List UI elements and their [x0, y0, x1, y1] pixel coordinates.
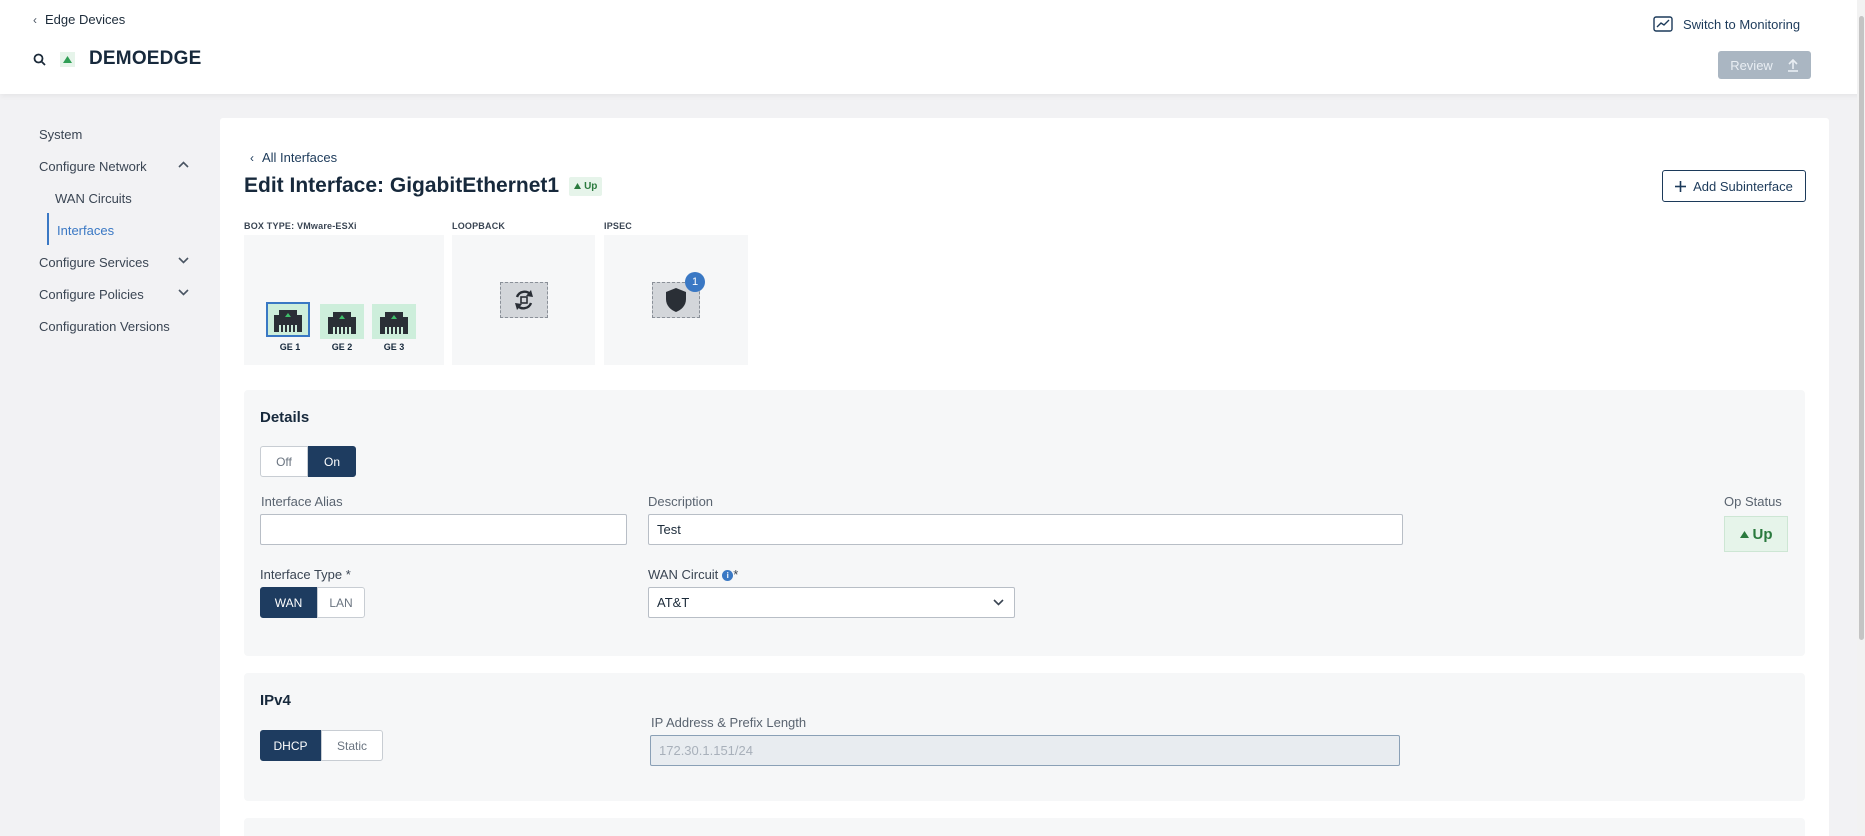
description-input[interactable]: Test: [648, 514, 1403, 545]
sidebar-item-label: Configure Services: [39, 255, 149, 270]
sidebar-item-label: WAN Circuits: [55, 191, 132, 206]
sidebar-item-wan-circuits[interactable]: WAN Circuits: [55, 191, 132, 206]
sidebar-item-system[interactable]: System: [39, 127, 82, 142]
ip-address-label: IP Address & Prefix Length: [651, 715, 807, 730]
chevron-left-icon: ‹: [250, 150, 254, 165]
op-status-badge: Up: [1724, 516, 1788, 552]
box-type-panel: GE 1 GE 2 GE 3: [244, 235, 444, 365]
port-label-ge3: GE 3: [383, 342, 405, 352]
loopback-panel: [452, 235, 595, 365]
ipsec-count-badge: 1: [685, 272, 705, 292]
add-subinterface-label: Add Subinterface: [1693, 178, 1793, 194]
monitoring-chart-icon: [1653, 16, 1673, 32]
status-badge-text: Up: [584, 180, 598, 192]
ipv4-section: IPv4 DHCP Static IP Address & Prefix Len…: [244, 673, 1805, 801]
page-title-text: Edit Interface: GigabitEthernet1: [244, 174, 560, 197]
chevron-up-icon: [178, 159, 189, 171]
sidebar-item-configure-network[interactable]: Configure Network: [39, 159, 199, 174]
chevron-left-icon: ‹: [33, 12, 37, 27]
review-label: Review: [1730, 57, 1773, 73]
loopback-label: LOOPBACK: [452, 221, 506, 231]
status-badge: Up: [569, 176, 603, 196]
back-link-label: Edge Devices: [45, 12, 126, 27]
interface-type-label: Interface Type *: [260, 567, 351, 582]
scrollbar-thumb[interactable]: [1859, 16, 1864, 640]
sidebar-item-interfaces[interactable]: Interfaces: [57, 223, 114, 238]
sidebar-item-label: Configure Policies: [39, 287, 144, 302]
ipv4-title: IPv4: [260, 692, 291, 709]
description-label: Description: [648, 494, 714, 509]
device-name: DEMOEDGE: [89, 48, 202, 69]
page-title: Edit Interface: GigabitEthernet1 Up: [244, 174, 603, 198]
monitoring-label: Switch to Monitoring: [1683, 16, 1801, 32]
ethernet-port-icon: [274, 310, 302, 332]
box-type-label: BOX TYPE: VMware-ESXi: [244, 221, 357, 231]
ipsec-panel: 1: [604, 235, 748, 365]
port-label-ge2: GE 2: [331, 342, 353, 352]
edge-devices-back-link[interactable]: ‹ Edge Devices: [33, 12, 125, 27]
switch-to-monitoring-link[interactable]: Switch to Monitoring: [1653, 16, 1800, 32]
mode-dhcp-button[interactable]: DHCP: [260, 730, 321, 761]
required-marker: *: [733, 567, 739, 582]
interface-alias-input[interactable]: [260, 514, 627, 545]
type-lan-button[interactable]: LAN: [317, 587, 365, 618]
refresh-loop-icon: [515, 290, 533, 310]
interface-type-toggle: WAN LAN: [260, 587, 365, 618]
port-ge1[interactable]: [266, 302, 310, 337]
wan-circuit-label-text: WAN Circuit: [648, 567, 719, 582]
wan-circuit-label: WAN Circuit i *: [648, 567, 738, 582]
wan-circuit-select[interactable]: AT&T: [648, 587, 1015, 618]
op-status-label: Op Status: [1724, 494, 1782, 509]
ip-address-input[interactable]: 172.30.1.151/24: [650, 735, 1400, 766]
ethernet-port-icon: [380, 312, 408, 334]
chevron-down-icon: [993, 597, 1004, 609]
sidebar-item-label: Interfaces: [57, 223, 115, 238]
toggle-off-button[interactable]: Off: [260, 446, 308, 477]
device-title-row: DEMOEDGE: [33, 48, 201, 70]
ipv4-mode-toggle: DHCP Static: [260, 730, 383, 761]
plus-icon: [1675, 180, 1687, 192]
all-interfaces-label: All Interfaces: [262, 150, 338, 165]
sidebar-item-label: System: [39, 127, 83, 142]
op-status-text: Up: [1752, 525, 1773, 543]
port-ge3[interactable]: [372, 304, 416, 339]
arrow-up-icon: [574, 183, 582, 189]
next-section: [244, 818, 1805, 836]
device-status-icon: [60, 51, 75, 67]
toggle-on-button[interactable]: On: [308, 446, 356, 477]
port-ge2[interactable]: [320, 304, 364, 339]
top-header: ‹ Edge Devices DEMOEDGE Switch to Monito…: [0, 0, 1865, 94]
enable-toggle: Off On: [260, 446, 356, 477]
ethernet-port-icon: [328, 312, 356, 334]
add-subinterface-button[interactable]: Add Subinterface: [1662, 170, 1806, 202]
upload-icon: [1787, 58, 1798, 72]
chevron-down-icon: [178, 255, 189, 267]
info-icon[interactable]: i: [722, 570, 734, 582]
sidebar-item-configuration-versions[interactable]: Configuration Versions: [39, 319, 170, 334]
details-title: Details: [260, 409, 310, 426]
interface-alias-label: Interface Alias: [261, 494, 343, 509]
review-button[interactable]: Review: [1718, 51, 1811, 79]
arrow-up-icon: [1739, 530, 1749, 538]
loopback-tile[interactable]: [500, 282, 548, 318]
sidebar-item-configure-services[interactable]: Configure Services: [39, 255, 199, 270]
ipsec-label: IPSEC: [604, 221, 633, 231]
mode-static-button[interactable]: Static: [321, 730, 383, 761]
port-label-ge1: GE 1: [279, 342, 301, 352]
search-icon[interactable]: [33, 53, 46, 66]
type-wan-button[interactable]: WAN: [260, 587, 317, 618]
sidebar-item-label: Configure Network: [39, 159, 147, 174]
main-panel: ‹ All Interfaces Edit Interface: Gigabit…: [220, 118, 1829, 836]
details-section: Details Off On Interface Alias Descripti…: [244, 390, 1805, 656]
chevron-down-icon: [178, 287, 189, 299]
active-indicator: [47, 213, 49, 245]
sidebar-item-label: Configuration Versions: [39, 319, 170, 334]
shield-icon: [666, 288, 686, 312]
wan-circuit-value: AT&T: [657, 595, 690, 610]
sidebar-item-configure-policies[interactable]: Configure Policies: [39, 287, 199, 302]
all-interfaces-back-link[interactable]: ‹ All Interfaces: [250, 150, 337, 165]
